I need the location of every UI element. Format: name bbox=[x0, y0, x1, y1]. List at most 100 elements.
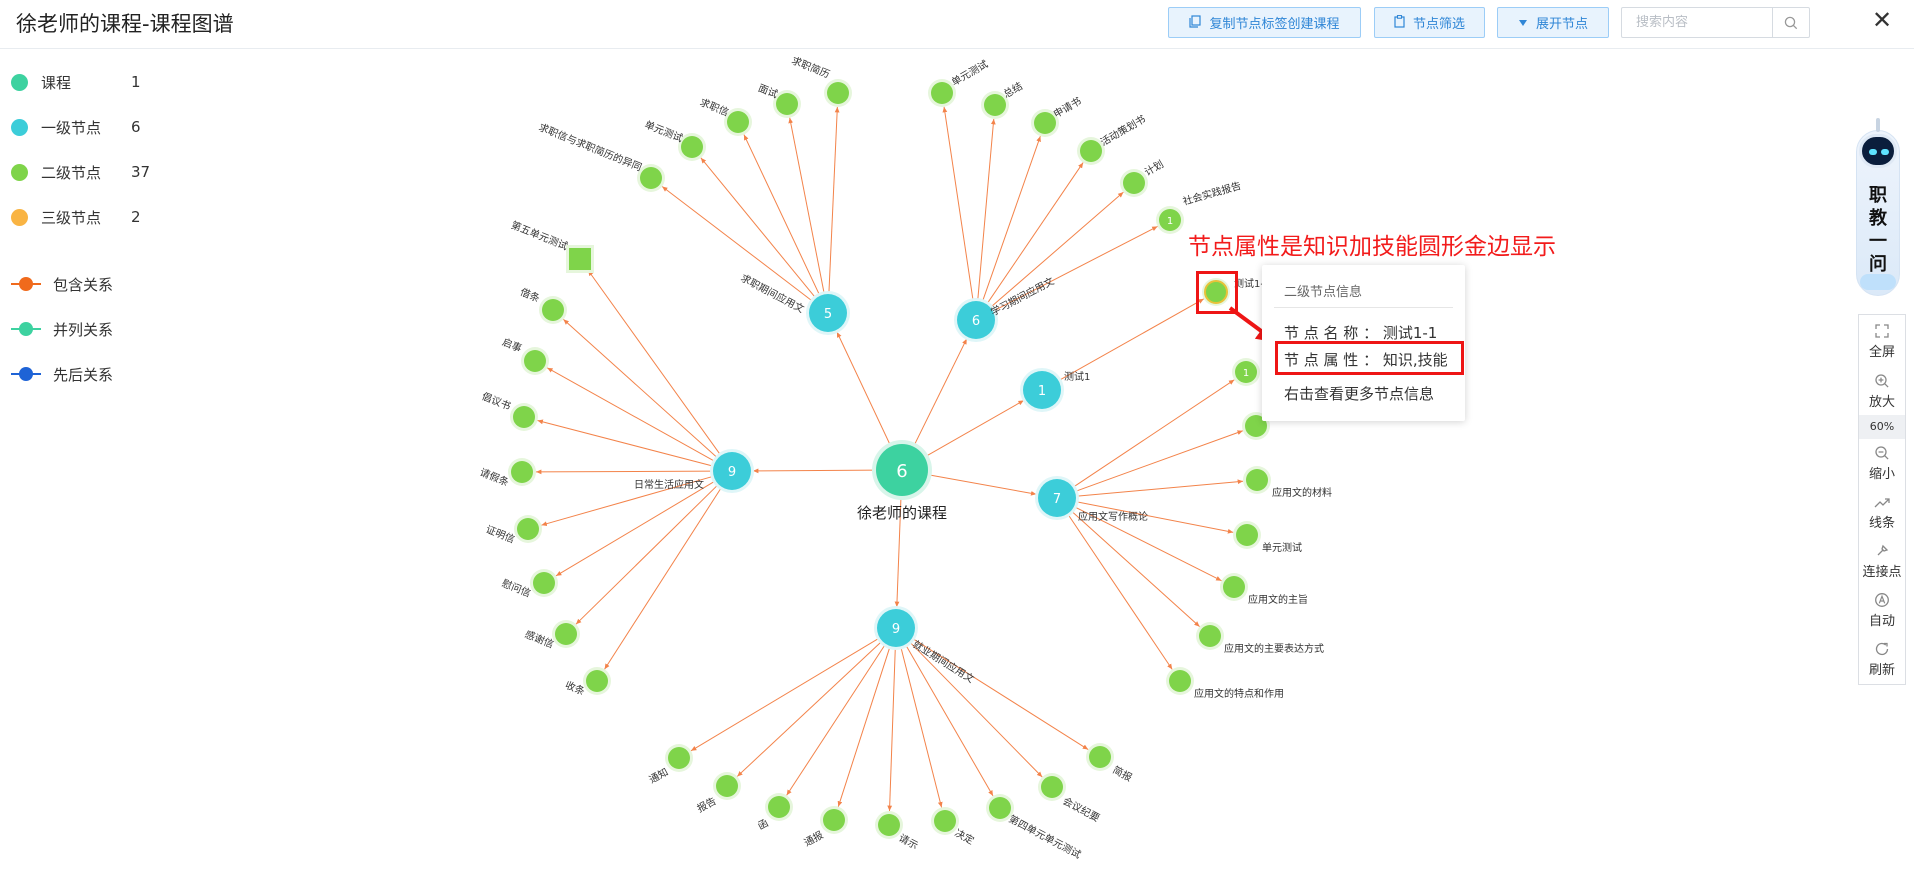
zoom-out-icon bbox=[1875, 446, 1889, 460]
level2-node[interactable] bbox=[1041, 776, 1063, 798]
level1-node-count: 9 bbox=[728, 465, 736, 480]
tooltip-divider bbox=[1274, 307, 1453, 308]
tooltip-node-name: 节 点 名 称 ： 测试1-1 bbox=[1284, 324, 1438, 342]
node-label: 决定 bbox=[953, 826, 977, 847]
graph-edge bbox=[837, 645, 891, 807]
node-label: 感谢信 bbox=[523, 627, 556, 650]
graph-edge bbox=[1067, 513, 1173, 670]
assistant-widget[interactable]: 职 教 一 问 bbox=[1856, 118, 1900, 296]
level2-node[interactable] bbox=[934, 810, 956, 832]
auto-layout-button[interactable]: 自动 bbox=[1859, 586, 1905, 634]
fullscreen-icon bbox=[1875, 324, 1889, 338]
zoom-in-label: 放大 bbox=[1868, 395, 1895, 410]
node-label: 总结 bbox=[1001, 79, 1025, 100]
level2-node[interactable] bbox=[640, 167, 662, 189]
root-node-label: 徐老师的课程 bbox=[857, 504, 947, 522]
graph-edge bbox=[828, 106, 840, 295]
level2-node[interactable] bbox=[989, 797, 1011, 819]
node-label: 通报 bbox=[802, 828, 826, 849]
auto-icon bbox=[1875, 593, 1889, 607]
node-label: 求职期间应用文 bbox=[739, 271, 807, 315]
node-label: 报告 bbox=[695, 794, 719, 815]
graph-edge bbox=[913, 338, 968, 447]
node-label: 借条 bbox=[518, 285, 541, 305]
level2-node[interactable] bbox=[1236, 524, 1258, 546]
level2-node[interactable] bbox=[517, 518, 539, 540]
graph-edge bbox=[908, 641, 1043, 778]
connect-points-label: 连接点 bbox=[1862, 565, 1902, 580]
auto-layout-label: 自动 bbox=[1868, 614, 1895, 629]
level2-node[interactable] bbox=[1169, 670, 1191, 692]
level2-node[interactable] bbox=[668, 747, 690, 769]
graph-edge bbox=[1072, 379, 1235, 488]
level2-node[interactable] bbox=[768, 796, 790, 818]
level2-node[interactable] bbox=[524, 350, 546, 372]
connect-points-button[interactable]: 连接点 bbox=[1859, 537, 1905, 585]
fullscreen-button[interactable]: 全屏 bbox=[1859, 317, 1905, 365]
level2-node[interactable] bbox=[1123, 172, 1145, 194]
level2-node[interactable] bbox=[827, 82, 849, 104]
node-label: 第四单元单元测试 bbox=[1007, 812, 1084, 861]
level2-node-count: 1 bbox=[1167, 216, 1173, 227]
level2-node[interactable] bbox=[878, 814, 900, 836]
graph-toolbar: 全屏 放大 60% 缩小 线条 连接点 自动 刷新 bbox=[1858, 314, 1906, 685]
graph-edge bbox=[1074, 430, 1244, 493]
node-label: 单元测试 bbox=[1262, 541, 1302, 554]
level2-node[interactable] bbox=[1089, 746, 1111, 768]
level2-node[interactable] bbox=[1034, 112, 1056, 134]
tooltip-more-info[interactable]: 右击查看更多节点信息 bbox=[1284, 383, 1434, 404]
node-label: 应用文写作概论 bbox=[1078, 510, 1148, 523]
graph-edge bbox=[700, 157, 817, 299]
level2-node[interactable] bbox=[1199, 625, 1221, 647]
graph-edge bbox=[942, 106, 974, 302]
lines-button[interactable]: 线条 bbox=[1859, 488, 1905, 536]
level2-node[interactable] bbox=[716, 775, 738, 797]
refresh-icon bbox=[1875, 642, 1889, 656]
node-label: 第五单元测试 bbox=[509, 218, 570, 253]
knowledge-graph[interactable]: 6 徐老师的课程 5 求职期间应用文 6 学习期间应用文 1 测试1 7 应用文写作概论 9 就业期间… bbox=[0, 0, 1914, 870]
node-label: 申请书 bbox=[1051, 94, 1083, 120]
node-label: 求职信 bbox=[698, 96, 730, 118]
node-label: 请假条 bbox=[478, 465, 511, 488]
level2-node[interactable] bbox=[931, 82, 953, 104]
level2-node[interactable] bbox=[586, 670, 608, 692]
node-label: 社会实践报告 bbox=[1181, 179, 1242, 208]
refresh-button[interactable]: 刷新 bbox=[1859, 635, 1905, 683]
node-label: 活动策划书 bbox=[1098, 112, 1148, 148]
node-label: 启事 bbox=[500, 335, 523, 355]
node-label: 慰问信 bbox=[500, 576, 533, 599]
node-label: 倡议书 bbox=[480, 390, 512, 412]
highlighted-node-box bbox=[1196, 271, 1238, 314]
zoom-in-button[interactable]: 放大 bbox=[1859, 367, 1905, 415]
node-label: 应用文的主旨 bbox=[1248, 593, 1308, 606]
level2-node[interactable] bbox=[569, 248, 591, 270]
node-label: 日常生活应用文 bbox=[634, 478, 704, 491]
level2-node[interactable] bbox=[555, 623, 577, 645]
level2-node[interactable] bbox=[1246, 469, 1268, 491]
level2-node[interactable] bbox=[681, 136, 703, 158]
node-label: 证明信 bbox=[484, 523, 516, 545]
node-label: 请示 bbox=[897, 831, 921, 852]
level2-node[interactable] bbox=[727, 111, 749, 133]
level2-node[interactable] bbox=[511, 461, 533, 483]
level2-node[interactable] bbox=[513, 406, 535, 428]
level2-node[interactable] bbox=[1223, 576, 1245, 598]
node-label: 简报 bbox=[1111, 763, 1135, 784]
node-label: 应用文的主要表达方式 bbox=[1224, 642, 1324, 655]
level2-node[interactable] bbox=[823, 809, 845, 831]
level2-node[interactable] bbox=[533, 572, 555, 594]
level2-node[interactable] bbox=[776, 93, 798, 115]
graph-edge bbox=[1070, 510, 1200, 627]
node-label: 单元测试 bbox=[949, 57, 990, 88]
zoom-in-icon bbox=[1875, 374, 1889, 388]
robot-head-icon bbox=[1859, 134, 1897, 168]
node-label: 单元测试 bbox=[643, 118, 685, 145]
level1-node-count: 9 bbox=[892, 622, 900, 637]
assistant-label: 职 教 一 问 bbox=[1869, 185, 1887, 275]
graph-edge bbox=[887, 646, 896, 812]
graph-edge bbox=[563, 318, 719, 459]
level2-node[interactable] bbox=[984, 94, 1006, 116]
level2-node[interactable] bbox=[542, 299, 564, 321]
zoom-out-button[interactable]: 缩小 bbox=[1859, 439, 1905, 487]
level2-node[interactable] bbox=[1080, 140, 1102, 162]
